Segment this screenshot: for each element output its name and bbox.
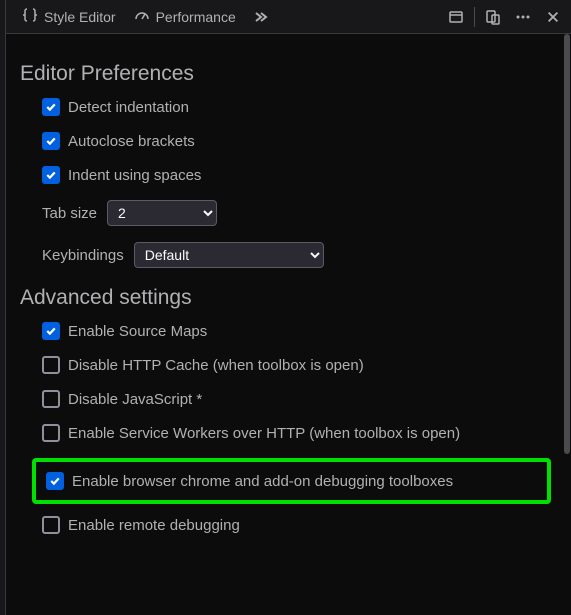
tab-label: Style Editor bbox=[44, 9, 116, 25]
toolbar-divider bbox=[474, 7, 475, 27]
option-indent-using-spaces[interactable]: Indent using spaces bbox=[42, 166, 551, 184]
option-label: Enable Service Workers over HTTP (when t… bbox=[68, 425, 460, 442]
editor-preferences-heading: Editor Preferences bbox=[20, 62, 551, 86]
field-label: Keybindings bbox=[42, 247, 124, 264]
option-disable-http-cache[interactable]: Disable HTTP Cache (when toolbox is open… bbox=[42, 356, 551, 374]
tab-label: Performance bbox=[156, 9, 236, 25]
option-enable-source-maps[interactable]: Enable Source Maps bbox=[42, 322, 551, 340]
field-label: Tab size bbox=[42, 205, 97, 222]
option-enable-remote-debugging[interactable]: Enable remote debugging bbox=[42, 516, 551, 534]
option-label: Enable remote debugging bbox=[68, 517, 240, 534]
checkbox-indent-using-spaces[interactable] bbox=[42, 166, 60, 184]
checkbox-enable-chrome-debugging[interactable] bbox=[46, 472, 64, 490]
option-service-workers-http[interactable]: Enable Service Workers over HTTP (when t… bbox=[42, 424, 551, 442]
option-detect-indentation[interactable]: Detect indentation bbox=[42, 98, 551, 116]
checkbox-disable-javascript[interactable] bbox=[42, 390, 60, 408]
devtools-toolbar: Style Editor Performance bbox=[0, 0, 571, 34]
scrollbar-thumb[interactable] bbox=[564, 34, 570, 454]
overflow-tabs-icon[interactable] bbox=[246, 3, 274, 31]
panel-left-edge bbox=[0, 0, 6, 615]
option-label: Detect indentation bbox=[68, 99, 189, 116]
close-icon[interactable] bbox=[539, 3, 567, 31]
option-label: Enable browser chrome and add-on debuggi… bbox=[72, 473, 453, 490]
option-label: Enable Source Maps bbox=[68, 323, 207, 340]
option-enable-chrome-debugging[interactable]: Enable browser chrome and add-on debuggi… bbox=[32, 458, 551, 504]
option-autoclose-brackets[interactable]: Autoclose brackets bbox=[42, 132, 551, 150]
tab-performance[interactable]: Performance bbox=[126, 0, 244, 33]
settings-panel: Editor Preferences Detect indentation Au… bbox=[0, 34, 571, 615]
checkbox-autoclose-brackets[interactable] bbox=[42, 132, 60, 150]
field-keybindings: Keybindings Default bbox=[42, 242, 551, 268]
option-label: Disable HTTP Cache (when toolbox is open… bbox=[68, 357, 364, 374]
kebab-menu-icon[interactable] bbox=[509, 3, 537, 31]
checkbox-enable-source-maps[interactable] bbox=[42, 322, 60, 340]
scrollbar[interactable] bbox=[563, 34, 571, 615]
checkbox-detect-indentation[interactable] bbox=[42, 98, 60, 116]
checkbox-disable-http-cache[interactable] bbox=[42, 356, 60, 374]
field-tab-size: Tab size 2 bbox=[42, 200, 551, 226]
iframe-picker-icon[interactable] bbox=[442, 3, 470, 31]
option-label: Disable JavaScript * bbox=[68, 391, 202, 408]
option-disable-javascript[interactable]: Disable JavaScript * bbox=[42, 390, 551, 408]
checkbox-service-workers-http[interactable] bbox=[42, 424, 60, 442]
option-label: Autoclose brackets bbox=[68, 133, 195, 150]
option-label: Indent using spaces bbox=[68, 167, 201, 184]
checkbox-enable-remote-debugging[interactable] bbox=[42, 516, 60, 534]
tab-style-editor[interactable]: Style Editor bbox=[14, 0, 124, 33]
responsive-mode-icon[interactable] bbox=[479, 3, 507, 31]
advanced-settings-heading: Advanced settings bbox=[20, 286, 551, 310]
keybindings-select[interactable]: Default bbox=[134, 242, 324, 268]
style-editor-icon bbox=[22, 7, 38, 27]
performance-icon bbox=[134, 7, 150, 27]
tab-size-select[interactable]: 2 bbox=[107, 200, 217, 226]
